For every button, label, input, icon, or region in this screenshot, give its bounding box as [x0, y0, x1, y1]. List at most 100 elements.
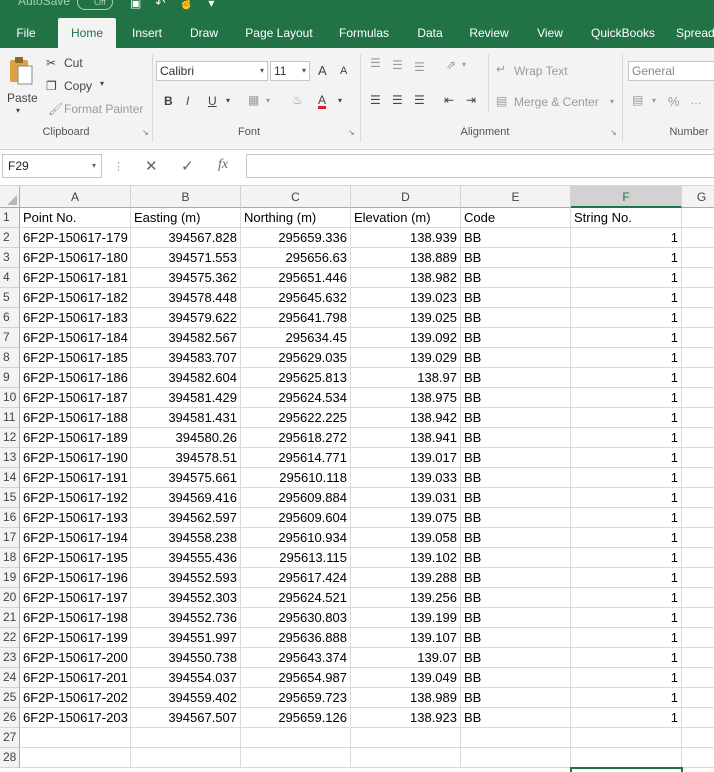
cell-a11[interactable]: 6F2P-150617-188 — [20, 408, 131, 428]
cell-g17[interactable] — [682, 528, 714, 548]
cell-e7[interactable]: BB — [461, 328, 571, 348]
cell-e19[interactable]: BB — [461, 568, 571, 588]
tab-view[interactable]: View — [530, 18, 570, 48]
decrease-indent-icon[interactable]: ⇤ — [444, 93, 454, 107]
cell-d6[interactable]: 139.025 — [351, 308, 461, 328]
tab-file[interactable]: File — [8, 18, 44, 48]
cell-g11[interactable] — [682, 408, 714, 428]
cell-d9[interactable]: 138.97 — [351, 368, 461, 388]
cell-d2[interactable]: 138.939 — [351, 228, 461, 248]
cell-c27[interactable] — [241, 728, 351, 748]
cell-a14[interactable]: 6F2P-150617-191 — [20, 468, 131, 488]
cut-button[interactable]: Cut — [64, 56, 83, 70]
qat-dropdown-icon[interactable]: ▾ — [208, 0, 228, 10]
select-all-button[interactable] — [0, 186, 20, 208]
cell-a7[interactable]: 6F2P-150617-184 — [20, 328, 131, 348]
cell-c16[interactable]: 295609.604 — [241, 508, 351, 528]
cell-a25[interactable]: 6F2P-150617-202 — [20, 688, 131, 708]
accounting-dropdown-icon[interactable]: ▾ — [652, 96, 656, 105]
cell-f22[interactable]: 1 — [571, 628, 682, 648]
tab-page-layout[interactable]: Page Layout — [240, 18, 318, 48]
cell-g13[interactable] — [682, 448, 714, 468]
cell-a18[interactable]: 6F2P-150617-195 — [20, 548, 131, 568]
cell-c21[interactable]: 295630.803 — [241, 608, 351, 628]
cell-g9[interactable] — [682, 368, 714, 388]
cell-g10[interactable] — [682, 388, 714, 408]
cell-b18[interactable]: 394555.436 — [131, 548, 241, 568]
cell-c18[interactable]: 295613.115 — [241, 548, 351, 568]
number-format-select[interactable]: General — [628, 61, 714, 81]
row-number[interactable]: 14 — [0, 468, 20, 488]
wrap-text-icon[interactable]: ↵ — [496, 62, 506, 76]
cell-g22[interactable] — [682, 628, 714, 648]
cell-a23[interactable]: 6F2P-150617-200 — [20, 648, 131, 668]
cell-f19[interactable]: 1 — [571, 568, 682, 588]
cell-g24[interactable] — [682, 668, 714, 688]
cell-a19[interactable]: 6F2P-150617-196 — [20, 568, 131, 588]
fill-color-icon[interactable]: ♨ — [292, 93, 303, 107]
cell-a6[interactable]: 6F2P-150617-183 — [20, 308, 131, 328]
cell-e26[interactable]: BB — [461, 708, 571, 728]
cell-f16[interactable]: 1 — [571, 508, 682, 528]
column-header-g[interactable]: G — [682, 186, 714, 208]
cell-g26[interactable] — [682, 708, 714, 728]
row-number[interactable]: 7 — [0, 328, 20, 348]
cell-b16[interactable]: 394562.597 — [131, 508, 241, 528]
merge-dropdown-icon[interactable]: ▾ — [610, 97, 614, 106]
cell-e8[interactable]: BB — [461, 348, 571, 368]
cell-c14[interactable]: 295610.118 — [241, 468, 351, 488]
paste-label[interactable]: Paste — [7, 91, 38, 105]
cell-b4[interactable]: 394575.362 — [131, 268, 241, 288]
paste-icon[interactable] — [8, 56, 34, 86]
cell-g18[interactable] — [682, 548, 714, 568]
row-number[interactable]: 15 — [0, 488, 20, 508]
cell-b12[interactable]: 394580.26 — [131, 428, 241, 448]
cell-d16[interactable]: 139.075 — [351, 508, 461, 528]
cell-b10[interactable]: 394581.429 — [131, 388, 241, 408]
cell-g7[interactable] — [682, 328, 714, 348]
row-number[interactable]: 20 — [0, 588, 20, 608]
cell-c2[interactable]: 295659.336 — [241, 228, 351, 248]
cell-e23[interactable]: BB — [461, 648, 571, 668]
cell-d10[interactable]: 138.975 — [351, 388, 461, 408]
cell-g20[interactable] — [682, 588, 714, 608]
cell-e4[interactable]: BB — [461, 268, 571, 288]
cell-b25[interactable]: 394559.402 — [131, 688, 241, 708]
row-number[interactable]: 9 — [0, 368, 20, 388]
cell-g1[interactable] — [682, 208, 714, 228]
cell-c17[interactable]: 295610.934 — [241, 528, 351, 548]
cell-a9[interactable]: 6F2P-150617-186 — [20, 368, 131, 388]
cell-c3[interactable]: 295656.63 — [241, 248, 351, 268]
tab-formulas[interactable]: Formulas — [334, 18, 394, 48]
cell-d17[interactable]: 139.058 — [351, 528, 461, 548]
row-number[interactable]: 19 — [0, 568, 20, 588]
cell-c1[interactable]: Northing (m) — [241, 208, 351, 228]
cell-d27[interactable] — [351, 728, 461, 748]
undo-icon[interactable]: ↶ — [155, 0, 179, 10]
cell-b15[interactable]: 394569.416 — [131, 488, 241, 508]
cell-e6[interactable]: BB — [461, 308, 571, 328]
cell-g21[interactable] — [682, 608, 714, 628]
cell-c19[interactable]: 295617.424 — [241, 568, 351, 588]
row-number[interactable]: 28 — [0, 748, 20, 768]
row-number[interactable]: 24 — [0, 668, 20, 688]
cell-g3[interactable] — [682, 248, 714, 268]
row-number[interactable]: 26 — [0, 708, 20, 728]
row-number[interactable]: 23 — [0, 648, 20, 668]
formula-input[interactable] — [246, 154, 714, 178]
copy-dropdown-icon[interactable]: ▾ — [100, 79, 104, 88]
cell-e20[interactable]: BB — [461, 588, 571, 608]
cell-e18[interactable]: BB — [461, 548, 571, 568]
row-number[interactable]: 22 — [0, 628, 20, 648]
cell-d22[interactable]: 139.107 — [351, 628, 461, 648]
cell-f21[interactable]: 1 — [571, 608, 682, 628]
cell-c7[interactable]: 295634.45 — [241, 328, 351, 348]
cell-c26[interactable]: 295659.126 — [241, 708, 351, 728]
font-color-dropdown-icon[interactable]: ▾ — [338, 96, 342, 105]
cell-a2[interactable]: 6F2P-150617-179 — [20, 228, 131, 248]
cell-b7[interactable]: 394582.567 — [131, 328, 241, 348]
cell-e10[interactable]: BB — [461, 388, 571, 408]
cell-a21[interactable]: 6F2P-150617-198 — [20, 608, 131, 628]
cell-b3[interactable]: 394571.553 — [131, 248, 241, 268]
cell-e15[interactable]: BB — [461, 488, 571, 508]
